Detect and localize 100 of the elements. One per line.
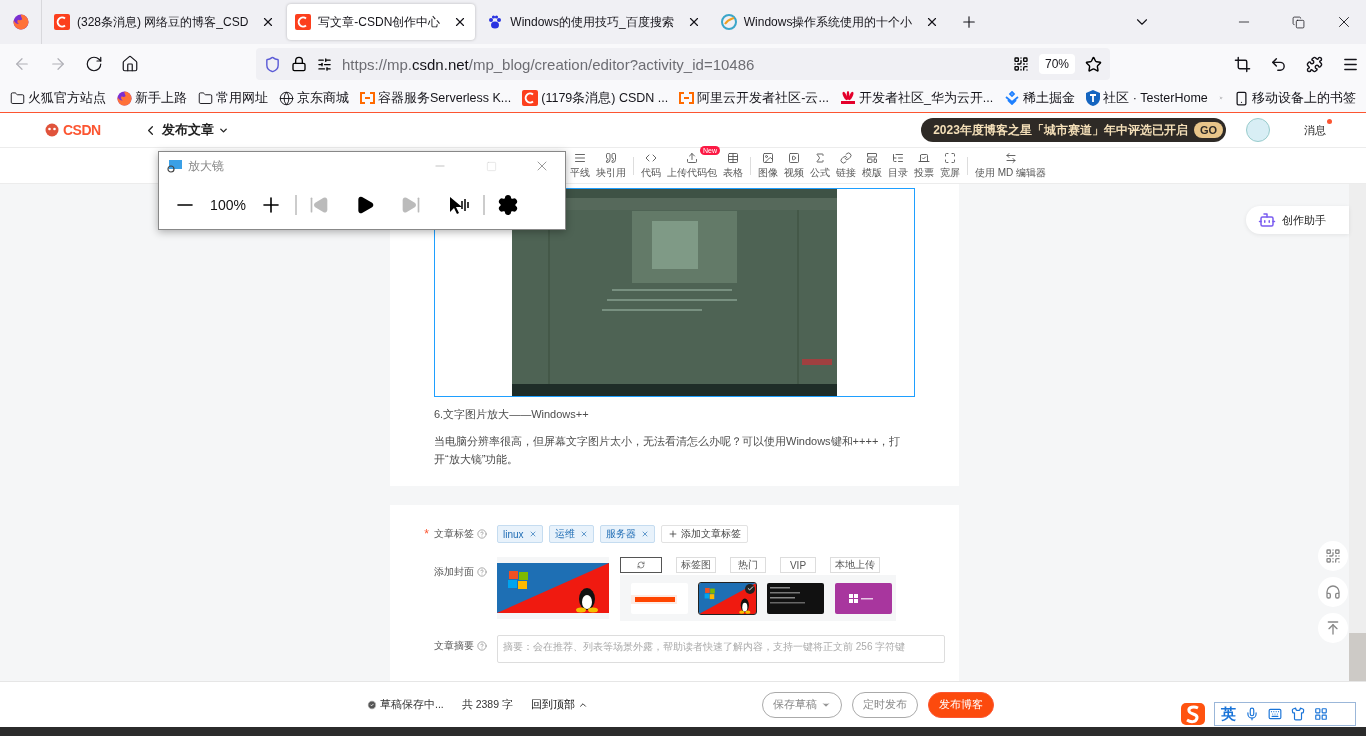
address-bar[interactable]: https://mp.csdn.net/mp_blog/creation/editor?activity_id=10486 70% (256, 48, 1110, 80)
chevrons-logo-icon (1004, 91, 1021, 105)
quote-icon (605, 151, 617, 164)
back-to-top-link[interactable]: 回到顶部 (530, 697, 588, 712)
bookmark-item[interactable]: 容器服务Serverless K... (360, 89, 512, 107)
qr-code-icon[interactable] (1012, 56, 1029, 72)
assistant-button[interactable]: 创作助手 (1246, 206, 1349, 234)
article-heading: 6.文字图片放大——Windows++ (434, 407, 590, 422)
csdn-logo-icon (522, 90, 539, 106)
firefox-icon (12, 14, 29, 30)
cover-source-button[interactable]: VIP (780, 557, 816, 573)
remove-icon[interactable] (579, 530, 588, 538)
shirt-icon[interactable] (1291, 707, 1305, 721)
refresh-button[interactable] (620, 557, 662, 573)
bookmark-item[interactable]: 移动设备上的书签 (1234, 89, 1356, 107)
tag-chip[interactable]: linux (497, 525, 543, 543)
reload-icon[interactable] (85, 55, 103, 73)
qr-code-button[interactable] (1318, 541, 1348, 571)
shield-icon[interactable] (264, 55, 281, 73)
keyboard-icon[interactable] (1268, 707, 1282, 721)
crop-icon[interactable] (1233, 55, 1251, 73)
microphone-icon[interactable] (1245, 707, 1259, 721)
browser-tab[interactable]: 写文章-CSDN创作中心 (287, 4, 476, 40)
zoom-level: 100% (209, 196, 247, 213)
settings-icon[interactable] (497, 193, 519, 216)
curved-arrow-icon[interactable] (1269, 55, 1287, 73)
toolbar-button[interactable]: 图像 (755, 151, 781, 180)
home-icon[interactable] (121, 55, 139, 73)
remove-icon[interactable] (640, 530, 649, 538)
toolbar-button[interactable]: 视频 (781, 151, 807, 180)
page-title[interactable]: 发布文章 (142, 121, 229, 139)
tag-chip[interactable]: 运维 (548, 525, 594, 543)
video-icon (788, 151, 800, 164)
toolbar-button[interactable]: 表格 (720, 151, 746, 180)
toolbar-button[interactable]: 平线 (567, 151, 593, 180)
toolbar-button[interactable]: 块引用 (593, 151, 629, 180)
grid-icon[interactable] (1314, 707, 1328, 721)
bookmark-item[interactable]: 京东商城 (279, 89, 349, 107)
browser-tab[interactable]: (328条消息) 网络豆的博客_CSD (46, 4, 284, 40)
scrollbar[interactable] (1349, 184, 1366, 681)
ballot-icon (918, 151, 930, 164)
browser-tab[interactable]: Windows的使用技巧_百度搜索 (479, 4, 709, 40)
toolbar-button[interactable]: 模版 (859, 151, 885, 180)
toolbar-button[interactable]: 使用 MD 编辑器 (972, 151, 1050, 180)
bookmark-item[interactable]: 常用网址 (198, 89, 268, 107)
go-button[interactable]: GO (1193, 122, 1223, 138)
toolbar-button[interactable]: 目录 (885, 151, 911, 180)
event-banner[interactable]: 2023年度博客之星「城市赛道」年中评选已开启 GO (921, 118, 1226, 142)
save-status: 草稿保存中... (367, 697, 444, 712)
refresh-icon (637, 561, 645, 569)
cover-preview[interactable] (497, 557, 609, 619)
toolbar-button[interactable]: 公式 (807, 151, 833, 180)
footer-button[interactable]: 定时发布 (851, 691, 918, 718)
paw-icon (487, 14, 504, 30)
bookmark-item[interactable]: 阿里云开发者社区-云... (679, 89, 829, 107)
bookmark-item[interactable]: 社区 · TesterHome (1086, 89, 1208, 107)
field-label: 添加封面 (434, 565, 474, 579)
bookmark-item[interactable]: 稀土掘金 (1004, 89, 1076, 107)
toolbar-button[interactable]: 宽屏 (937, 151, 963, 180)
footer-button[interactable]: 保存草稿 (761, 691, 842, 718)
cover-source-button[interactable]: 热门 (730, 557, 766, 573)
field-label: 文章标签 (434, 527, 474, 541)
image-icon (762, 151, 774, 164)
cover-source-button[interactable]: 本地上传 (830, 557, 880, 573)
messages-link[interactable]: 消息 (1304, 122, 1326, 138)
ime-logo-icon[interactable] (1178, 700, 1208, 728)
tag-chip[interactable]: 服务器 (599, 525, 655, 543)
permissions-icon[interactable] (317, 56, 332, 72)
cursor-sound-icon[interactable] (447, 194, 471, 215)
qr-code-icon (1325, 548, 1341, 564)
toolbar-button[interactable]: 投票 (911, 151, 937, 180)
lock-icon[interactable] (291, 56, 307, 72)
bookmark-star-icon[interactable] (1085, 55, 1102, 73)
play-icon[interactable] (355, 194, 375, 215)
check-circle-icon (367, 699, 377, 710)
add-tag-button[interactable]: 添加文章标签 (660, 525, 748, 543)
toolbar-button[interactable]: 链接 (833, 151, 859, 180)
restore-icon[interactable] (1291, 15, 1305, 29)
plus-icon (667, 529, 678, 539)
support-button[interactable] (1318, 577, 1348, 607)
toolbar-button[interactable]: 代码 (638, 151, 664, 180)
ime-toolbar[interactable]: 英 (1214, 702, 1356, 726)
cover-source-button[interactable]: 标签图 (676, 557, 716, 573)
bookmark-item[interactable]: 火狐官方站点 (10, 89, 106, 107)
monitor-icon (167, 159, 183, 173)
zoom-level[interactable]: 70% (1038, 54, 1075, 74)
browser-tab[interactable]: Windows操作系统使用的十个小 (712, 4, 948, 40)
image-frame[interactable] (434, 188, 915, 397)
arrow-up-icon (1325, 620, 1341, 636)
url-text: https://mp.csdn.net/mp_blog/creation/editor?activity_id=10486 (342, 55, 756, 73)
bookmark-item[interactable]: 开发者社区_华为云开... (839, 89, 994, 107)
lines-icon (574, 151, 586, 164)
article-paragraph: 当电脑分辨率很高，但屏幕文字图片太小，无法看清怎么办呢？可以使用Windows键和++++，打开“放大镜”功能。 (434, 434, 902, 467)
table-icon (727, 151, 739, 164)
puzzle-icon[interactable] (1305, 55, 1323, 73)
bookmark-item[interactable]: 新手上路 (117, 89, 187, 107)
remove-icon[interactable] (528, 530, 537, 538)
robot-icon (1258, 211, 1276, 229)
bookmark-item[interactable]: (1179条消息) CSDN ... (522, 89, 669, 107)
csdn-logo-icon (295, 14, 312, 30)
